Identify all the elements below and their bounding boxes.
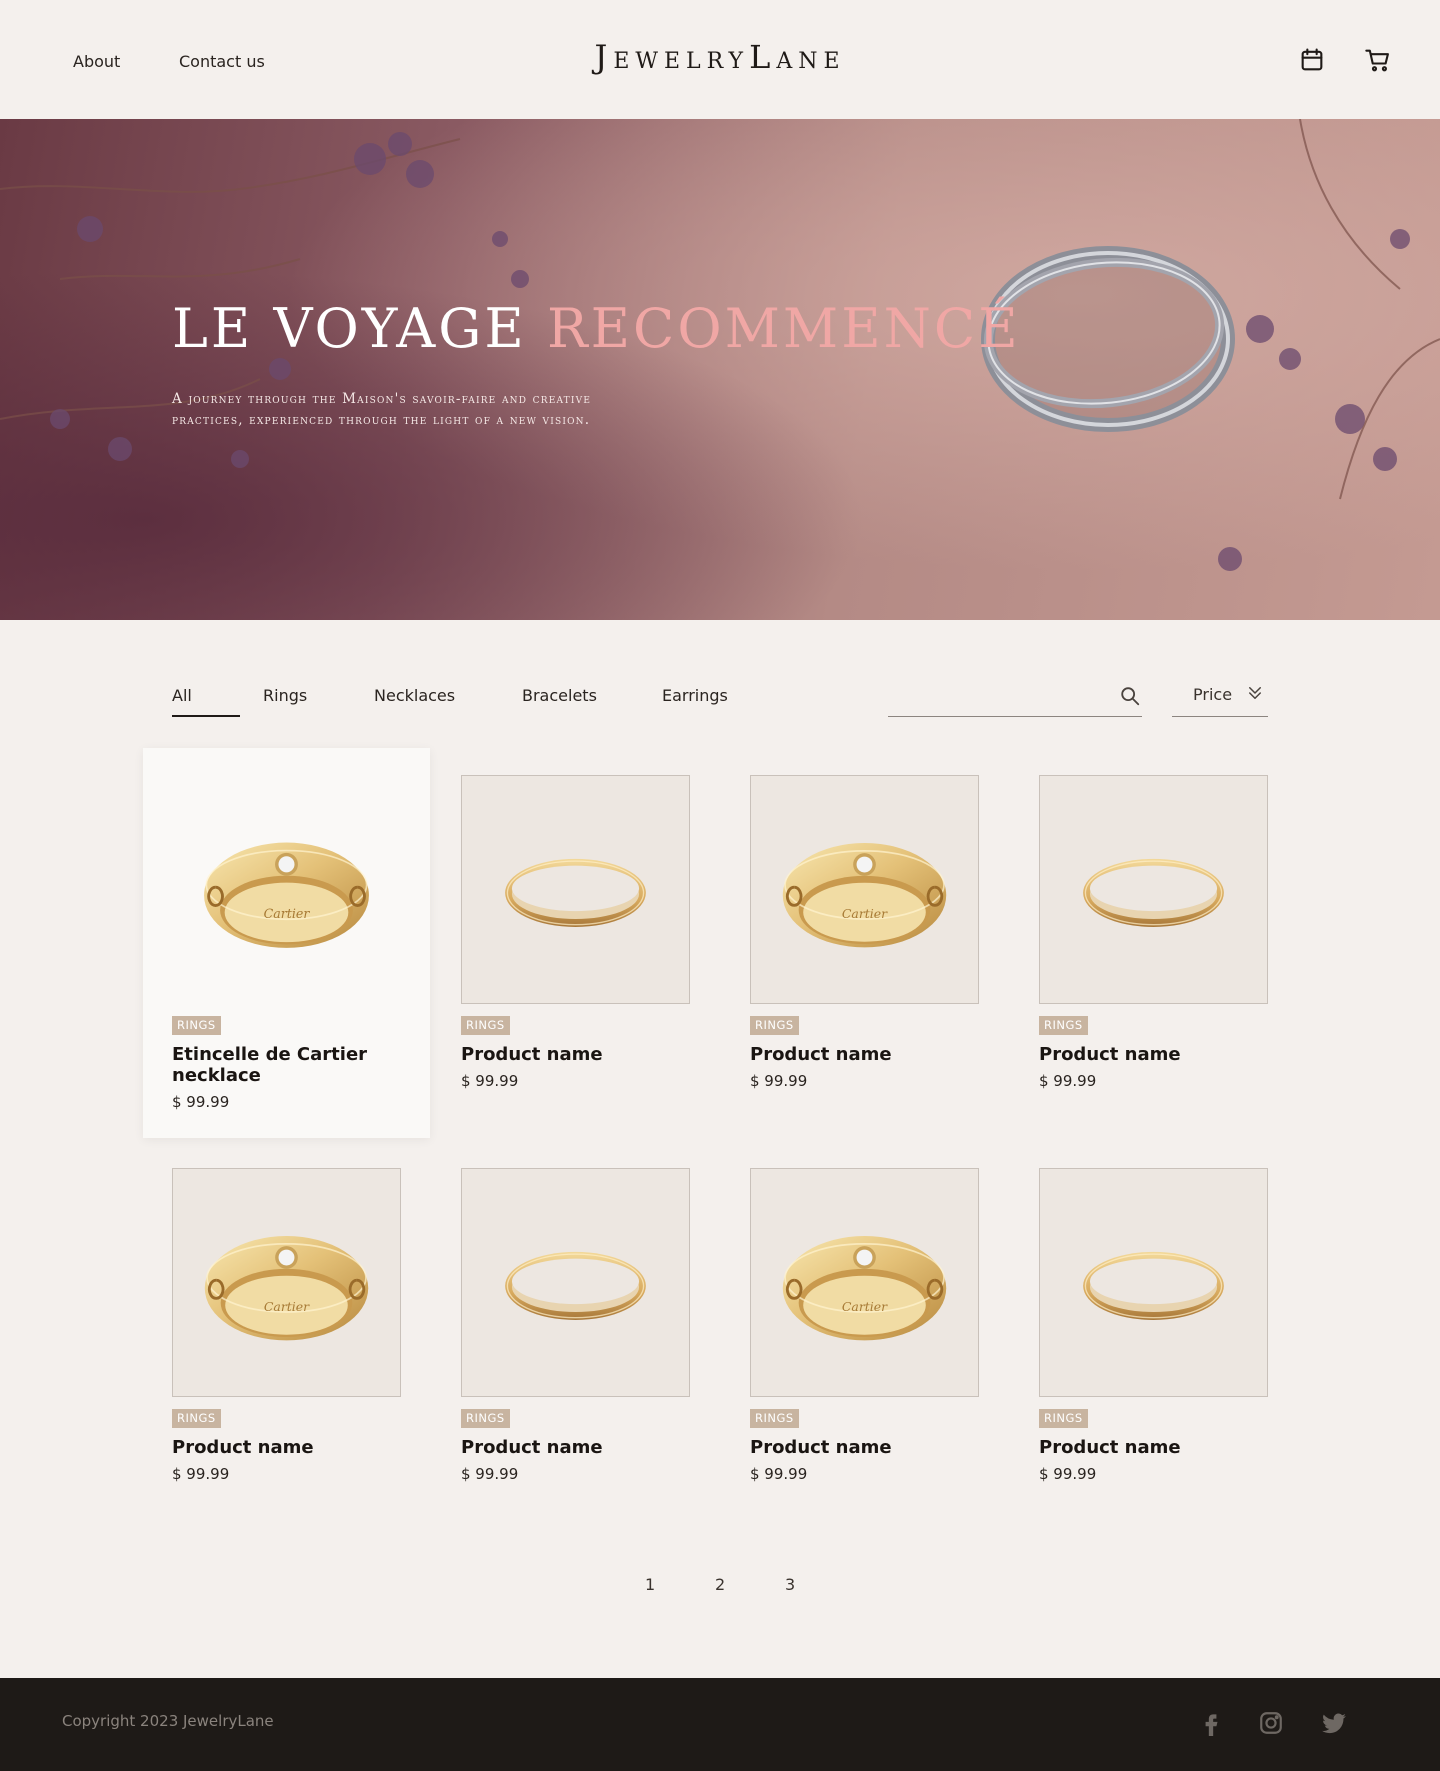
category-badge: RINGS — [172, 1409, 221, 1428]
svg-text:Cartier: Cartier — [842, 1299, 888, 1314]
product-name[interactable]: Product name — [1039, 1437, 1279, 1458]
category-badge: RINGS — [750, 1016, 799, 1035]
product-price: $ 99.99 — [461, 1465, 519, 1483]
product-price: $ 99.99 — [172, 1465, 230, 1483]
product-name[interactable]: Product name — [172, 1437, 412, 1458]
copyright-text: Copyright 2023 JewelryLane — [62, 1712, 274, 1730]
svg-text:Cartier: Cartier — [842, 906, 888, 921]
calendar-icon[interactable] — [1298, 46, 1326, 74]
category-badge: RINGS — [172, 1016, 221, 1035]
product-price: $ 99.99 — [750, 1465, 808, 1483]
chevron-double-down-icon[interactable] — [1246, 684, 1264, 702]
product-name[interactable]: Product name — [461, 1437, 701, 1458]
hero-title: LE VOYAGE RECOMMENCÉ — [172, 297, 1021, 360]
gold-band-ring-image — [1083, 858, 1224, 927]
instagram-icon[interactable] — [1258, 1710, 1284, 1736]
product-image[interactable]: Cartier — [750, 775, 979, 1004]
page-1-link[interactable]: 1 — [645, 1575, 655, 1594]
product-price: $ 99.99 — [1039, 1072, 1097, 1090]
product-image[interactable] — [1039, 775, 1268, 1004]
hero-banner: LE VOYAGE RECOMMENCÉ A journey through t… — [0, 119, 1440, 620]
gold-band-ring-image — [1083, 1251, 1224, 1320]
diamond-ring-image: Cartier — [782, 842, 947, 948]
svg-text:Cartier: Cartier — [264, 1299, 310, 1314]
product-price: $ 99.99 — [1039, 1465, 1097, 1483]
product-name[interactable]: Product name — [461, 1044, 701, 1065]
product-image[interactable] — [461, 1168, 690, 1397]
category-badge: RINGS — [750, 1409, 799, 1428]
tab-necklaces[interactable]: Necklaces — [374, 686, 455, 705]
page-3-link[interactable]: 3 — [785, 1575, 795, 1594]
hero-background-image — [0, 119, 1440, 620]
product-name[interactable]: Product name — [750, 1044, 990, 1065]
site-logo[interactable]: JewelryLane — [0, 38, 1440, 76]
twitter-icon[interactable] — [1321, 1710, 1347, 1736]
product-name[interactable]: Product name — [1039, 1044, 1279, 1065]
gold-band-ring-image — [505, 1251, 646, 1320]
product-price: $ 99.99 — [172, 1093, 230, 1111]
product-price: $ 99.99 — [750, 1072, 808, 1090]
search-icon[interactable] — [1119, 685, 1141, 707]
product-image[interactable]: Cartier — [172, 1168, 401, 1397]
diamond-ring-image: Cartier — [204, 1235, 369, 1341]
product-name[interactable]: Product name — [750, 1437, 990, 1458]
search-input[interactable] — [888, 682, 1142, 717]
category-badge: RINGS — [1039, 1016, 1088, 1035]
diamond-ring-image: Cartier — [782, 1235, 947, 1341]
active-tab-indicator — [172, 715, 240, 717]
product-image[interactable]: Cartier — [172, 775, 401, 1004]
hero-title-main: LE VOYAGE — [172, 297, 527, 360]
diamond-ring-image: Cartier — [204, 842, 369, 948]
tab-all[interactable]: All — [172, 686, 192, 705]
site-header: About Contact us JewelryLane — [0, 0, 1440, 119]
site-footer: Copyright 2023 JewelryLane — [0, 1678, 1440, 1771]
hero-subtitle: A journey through the Maison's savoir-fa… — [172, 391, 592, 428]
sort-price-label: Price — [1193, 685, 1233, 704]
product-name[interactable]: Etincelle de Cartier necklace — [172, 1044, 412, 1086]
facebook-icon[interactable] — [1198, 1710, 1224, 1736]
svg-text:Cartier: Cartier — [264, 906, 311, 921]
tab-bracelets[interactable]: Bracelets — [522, 686, 597, 705]
cart-icon[interactable] — [1364, 46, 1392, 74]
product-image[interactable] — [1039, 1168, 1268, 1397]
hero-title-accent: RECOMMENCÉ — [546, 297, 1021, 360]
product-image[interactable]: Cartier — [750, 1168, 979, 1397]
product-price: $ 99.99 — [461, 1072, 519, 1090]
gold-band-ring-image — [505, 858, 646, 927]
page-2-link[interactable]: 2 — [715, 1575, 725, 1594]
tab-rings[interactable]: Rings — [263, 686, 307, 705]
product-image[interactable] — [461, 775, 690, 1004]
category-badge: RINGS — [461, 1409, 510, 1428]
category-badge: RINGS — [1039, 1409, 1088, 1428]
tab-earrings[interactable]: Earrings — [662, 686, 728, 705]
category-badge: RINGS — [461, 1016, 510, 1035]
